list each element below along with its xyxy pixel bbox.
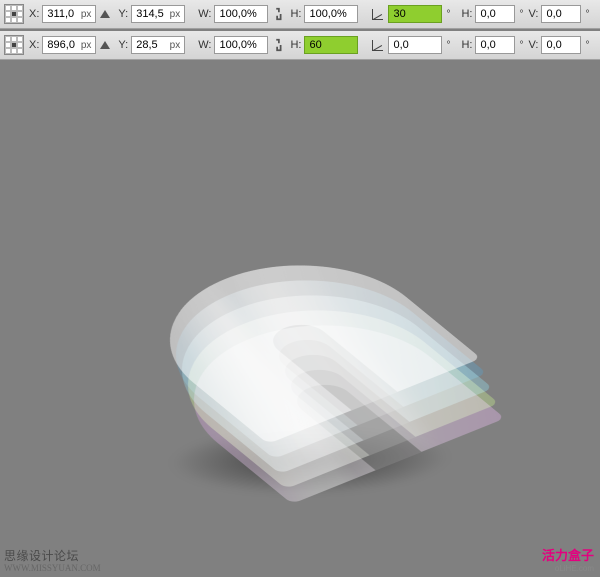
v-skew-label: V: <box>528 39 538 51</box>
reference-point-grid[interactable] <box>4 35 24 55</box>
h-skew-input[interactable]: 0,0 <box>475 36 515 54</box>
v-skew-input[interactable]: 0,0 <box>541 36 581 54</box>
w-label: W: <box>198 8 211 20</box>
link-icon[interactable] <box>271 7 285 21</box>
link-icon[interactable] <box>271 38 285 52</box>
h-skew-label: H: <box>461 8 472 20</box>
w-label: W: <box>198 39 211 51</box>
watermark-right: 活力盒子 oLiHE.com <box>542 545 594 573</box>
w-input[interactable]: 100,0% <box>214 36 268 54</box>
h-label: H: <box>290 39 301 51</box>
v-skew-input[interactable]: 0,0 <box>541 5 581 23</box>
x-input[interactable]: 896,0 px <box>42 36 96 54</box>
w-input[interactable]: 100,0% <box>214 5 268 23</box>
degree-symbol: ° <box>446 9 450 20</box>
h-skew-label: H: <box>461 39 472 51</box>
angle-input[interactable]: 0,0 <box>388 36 442 54</box>
h-label: H: <box>290 8 301 20</box>
h-skew-input[interactable]: 0,0 <box>475 5 515 23</box>
x-input[interactable]: 311,0 px <box>42 5 96 23</box>
delta-icon <box>99 38 113 52</box>
transform-toolbar-row-1: X: 311,0 px Y: 314,5 px W: 100,0% H: 100… <box>0 0 600 29</box>
delta-icon <box>99 7 113 21</box>
y-label: Y: <box>118 8 128 20</box>
x-label: X: <box>29 39 39 51</box>
h-input[interactable]: 100,0% <box>304 5 358 23</box>
y-input[interactable]: 314,5 px <box>131 5 185 23</box>
angle-icon <box>371 7 385 21</box>
watermark-left: 思缘设计论坛 WWW.MISSYUAN.COM <box>4 547 101 573</box>
y-label: Y: <box>118 39 128 51</box>
angle-input[interactable]: 30 <box>388 5 442 23</box>
angle-icon <box>371 38 385 52</box>
transform-toolbar-row-2: X: 896,0 px Y: 28,5 px W: 100,0% H: 60 0… <box>0 31 600 60</box>
h-input[interactable]: 60 <box>304 36 358 54</box>
canvas-area[interactable] <box>0 60 600 577</box>
y-input[interactable]: 28,5 px <box>131 36 185 54</box>
v-skew-label: V: <box>528 8 538 20</box>
reference-point-grid[interactable] <box>4 4 24 24</box>
x-label: X: <box>29 8 39 20</box>
